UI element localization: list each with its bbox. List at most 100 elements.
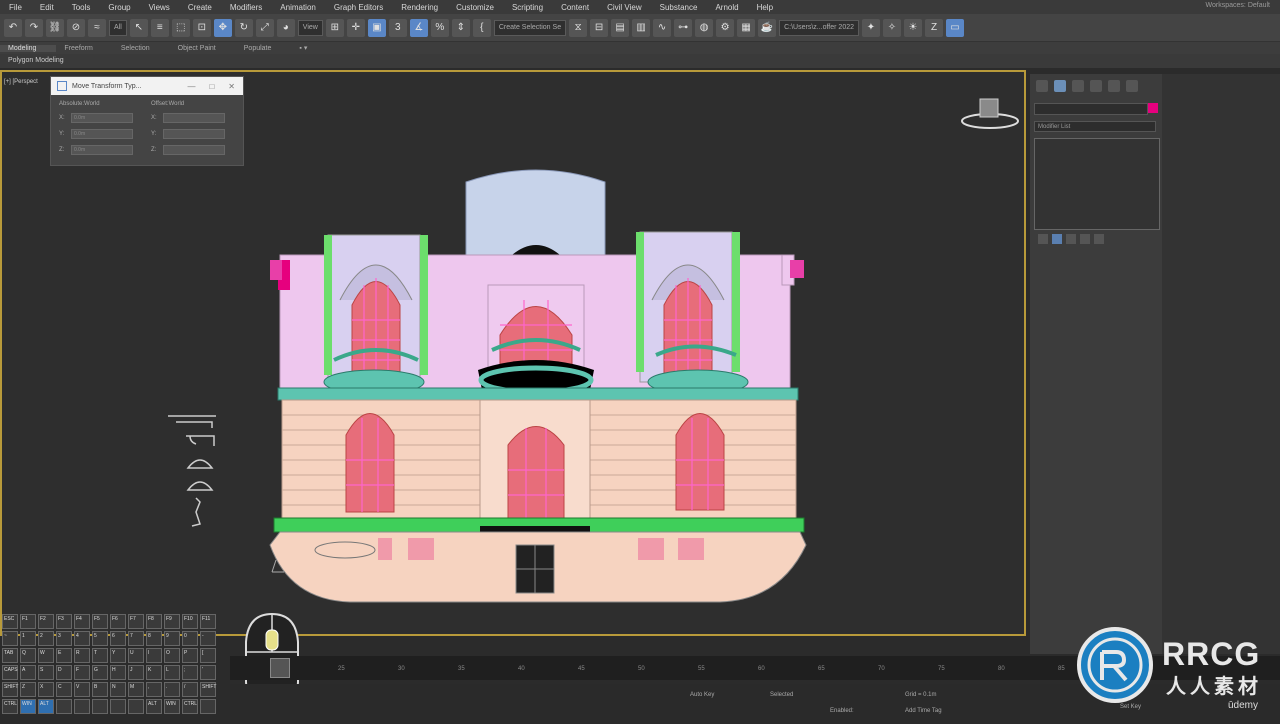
spinner-snap-icon[interactable]: ⇕: [451, 18, 470, 37]
selected-dropdown[interactable]: Selected: [770, 692, 793, 698]
render-setup-icon[interactable]: ⚙: [716, 18, 735, 37]
project-path-dropdown[interactable]: C:\Users\z...offer 2022: [779, 19, 859, 36]
object-name-field[interactable]: [1034, 103, 1148, 115]
hierarchy-tab-icon[interactable]: [1072, 80, 1084, 92]
abs-x-spinner[interactable]: 0.0m: [71, 113, 133, 123]
time-slider[interactable]: [270, 658, 290, 678]
configure-sets-icon[interactable]: [1094, 234, 1104, 244]
menu-item-customize[interactable]: Customize: [447, 3, 503, 12]
menu-item-scripting[interactable]: Scripting: [503, 3, 552, 12]
move-transform-dialog[interactable]: Move Transform Typ... — □ ✕ Absolute:Wor…: [50, 76, 244, 166]
menu-item-group[interactable]: Group: [99, 3, 139, 12]
menu-item-arnold[interactable]: Arnold: [706, 3, 747, 12]
window-crossing-icon[interactable]: ⊡: [192, 18, 211, 37]
display-tab-icon[interactable]: [1108, 80, 1120, 92]
material-editor-icon[interactable]: ◍: [695, 18, 714, 37]
keyboard-shortcut-override-icon[interactable]: ▣: [367, 18, 386, 37]
menu-item-edit[interactable]: Edit: [31, 3, 63, 12]
bind-spacewarp-icon[interactable]: ≈: [88, 18, 106, 37]
close-icon[interactable]: ✕: [228, 82, 235, 91]
menu-item-animation[interactable]: Animation: [271, 3, 325, 12]
menu-item-tools[interactable]: Tools: [63, 3, 100, 12]
off-z-spinner[interactable]: [163, 145, 225, 155]
ribbon-tab-object-paint[interactable]: Object Paint: [170, 45, 236, 52]
remove-modifier-icon[interactable]: [1080, 234, 1090, 244]
set-key-button[interactable]: Set Key: [1120, 704, 1141, 710]
place-icon[interactable]: ◕: [276, 18, 295, 37]
dialog-titlebar[interactable]: Move Transform Typ... — □ ✕: [51, 77, 243, 95]
modify-tab-icon[interactable]: [1054, 80, 1066, 92]
unlink-icon[interactable]: ⊘: [67, 18, 85, 37]
motion-tab-icon[interactable]: [1090, 80, 1102, 92]
selection-filter-dropdown[interactable]: All: [109, 19, 127, 36]
utilities-tab-icon[interactable]: [1126, 80, 1138, 92]
select-object-icon[interactable]: ↖: [129, 18, 148, 37]
building-model[interactable]: [260, 160, 820, 610]
edit-named-selection-icon[interactable]: {: [472, 18, 491, 37]
toggle-scene-explorer-icon[interactable]: ▤: [611, 18, 630, 37]
select-by-name-icon[interactable]: ≡: [150, 18, 169, 37]
menu-item-content[interactable]: Content: [552, 3, 598, 12]
reference-coord-dropdown[interactable]: View: [297, 19, 323, 36]
ribbon-tab-freeform[interactable]: Freeform: [56, 45, 112, 52]
object-color-swatch[interactable]: [1148, 103, 1158, 113]
link-icon[interactable]: ⛓: [46, 18, 64, 37]
redo-icon[interactable]: ↷: [25, 18, 43, 37]
arnold-render-icon[interactable]: ✦: [862, 18, 880, 37]
arnold-ipr-icon[interactable]: ✧: [883, 18, 901, 37]
render-production-icon[interactable]: ☕: [758, 18, 777, 37]
menu-item-graph-editors[interactable]: Graph Editors: [325, 3, 392, 12]
snaps-toggle-icon[interactable]: 3: [388, 18, 407, 37]
named-selection-dropdown[interactable]: Create Selection Se: [493, 19, 567, 36]
menu-item-substance[interactable]: Substance: [651, 3, 707, 12]
curve-editor-icon[interactable]: ∿: [653, 18, 672, 37]
pivot-center-icon[interactable]: ⊞: [325, 18, 344, 37]
percent-snap-icon[interactable]: %: [430, 18, 449, 37]
move-icon[interactable]: ✥: [213, 18, 232, 37]
menu-item-help[interactable]: Help: [748, 3, 782, 12]
select-manipulate-icon[interactable]: ✛: [346, 18, 365, 37]
ribbon-tab-populate[interactable]: Populate: [236, 45, 292, 52]
viewcube-icon[interactable]: [960, 95, 1020, 131]
create-tab-icon[interactable]: [1036, 80, 1048, 92]
ribbon-options-icon[interactable]: ▪ ▾: [291, 44, 327, 52]
arnold-material-icon[interactable]: Z: [925, 18, 943, 37]
modifier-stack[interactable]: [1034, 138, 1160, 230]
viewport-label[interactable]: [+] [Perspect: [4, 79, 38, 85]
abs-z-spinner[interactable]: 0.0m: [71, 145, 133, 155]
rendered-frame-icon[interactable]: ▦: [737, 18, 756, 37]
rect-selection-icon[interactable]: ⬚: [171, 18, 190, 37]
ribbon-tab-selection[interactable]: Selection: [113, 45, 170, 52]
off-y-spinner[interactable]: [163, 129, 225, 139]
menu-item-create[interactable]: Create: [179, 3, 221, 12]
angle-snap-icon[interactable]: ∡: [409, 18, 428, 37]
menu-item-views[interactable]: Views: [140, 3, 179, 12]
menu-item-rendering[interactable]: Rendering: [392, 3, 447, 12]
auto-key-button[interactable]: Auto Key: [690, 692, 714, 698]
add-time-tag-button[interactable]: Add Time Tag: [905, 708, 942, 714]
rotate-icon[interactable]: ↻: [234, 18, 253, 37]
pin-stack-icon[interactable]: [1038, 234, 1048, 244]
abs-y-spinner[interactable]: 0.0m: [71, 129, 133, 139]
ribbon-tab-modeling[interactable]: Modeling: [0, 44, 57, 52]
ribbon-subtitle[interactable]: Polygon Modeling: [0, 54, 1280, 68]
viewport-layout-icon[interactable]: ▭: [946, 18, 964, 37]
align-icon[interactable]: ⊟: [590, 18, 609, 37]
workspace-label[interactable]: Workspaces: Default: [1206, 2, 1270, 9]
show-end-result-icon[interactable]: [1052, 234, 1062, 244]
menu-item-civil-view[interactable]: Civil View: [598, 3, 651, 12]
off-x-spinner[interactable]: [163, 113, 225, 123]
schematic-view-icon[interactable]: ⊶: [674, 18, 693, 37]
menu-item-modifiers[interactable]: Modifiers: [221, 3, 271, 12]
menu-item-file[interactable]: File: [0, 3, 31, 12]
spline-profiles[interactable]: [166, 412, 220, 530]
maximize-icon[interactable]: □: [209, 82, 214, 91]
mirror-icon[interactable]: ⧖: [569, 18, 588, 37]
make-unique-icon[interactable]: [1066, 234, 1076, 244]
modifier-list-dropdown[interactable]: Modifier List: [1034, 121, 1156, 132]
minimize-icon[interactable]: —: [187, 82, 195, 91]
scale-icon[interactable]: ⤢: [255, 18, 274, 37]
toggle-layer-explorer-icon[interactable]: ▥: [632, 18, 651, 37]
undo-icon[interactable]: ↶: [4, 18, 22, 37]
arnold-light-icon[interactable]: ☀: [904, 18, 922, 37]
